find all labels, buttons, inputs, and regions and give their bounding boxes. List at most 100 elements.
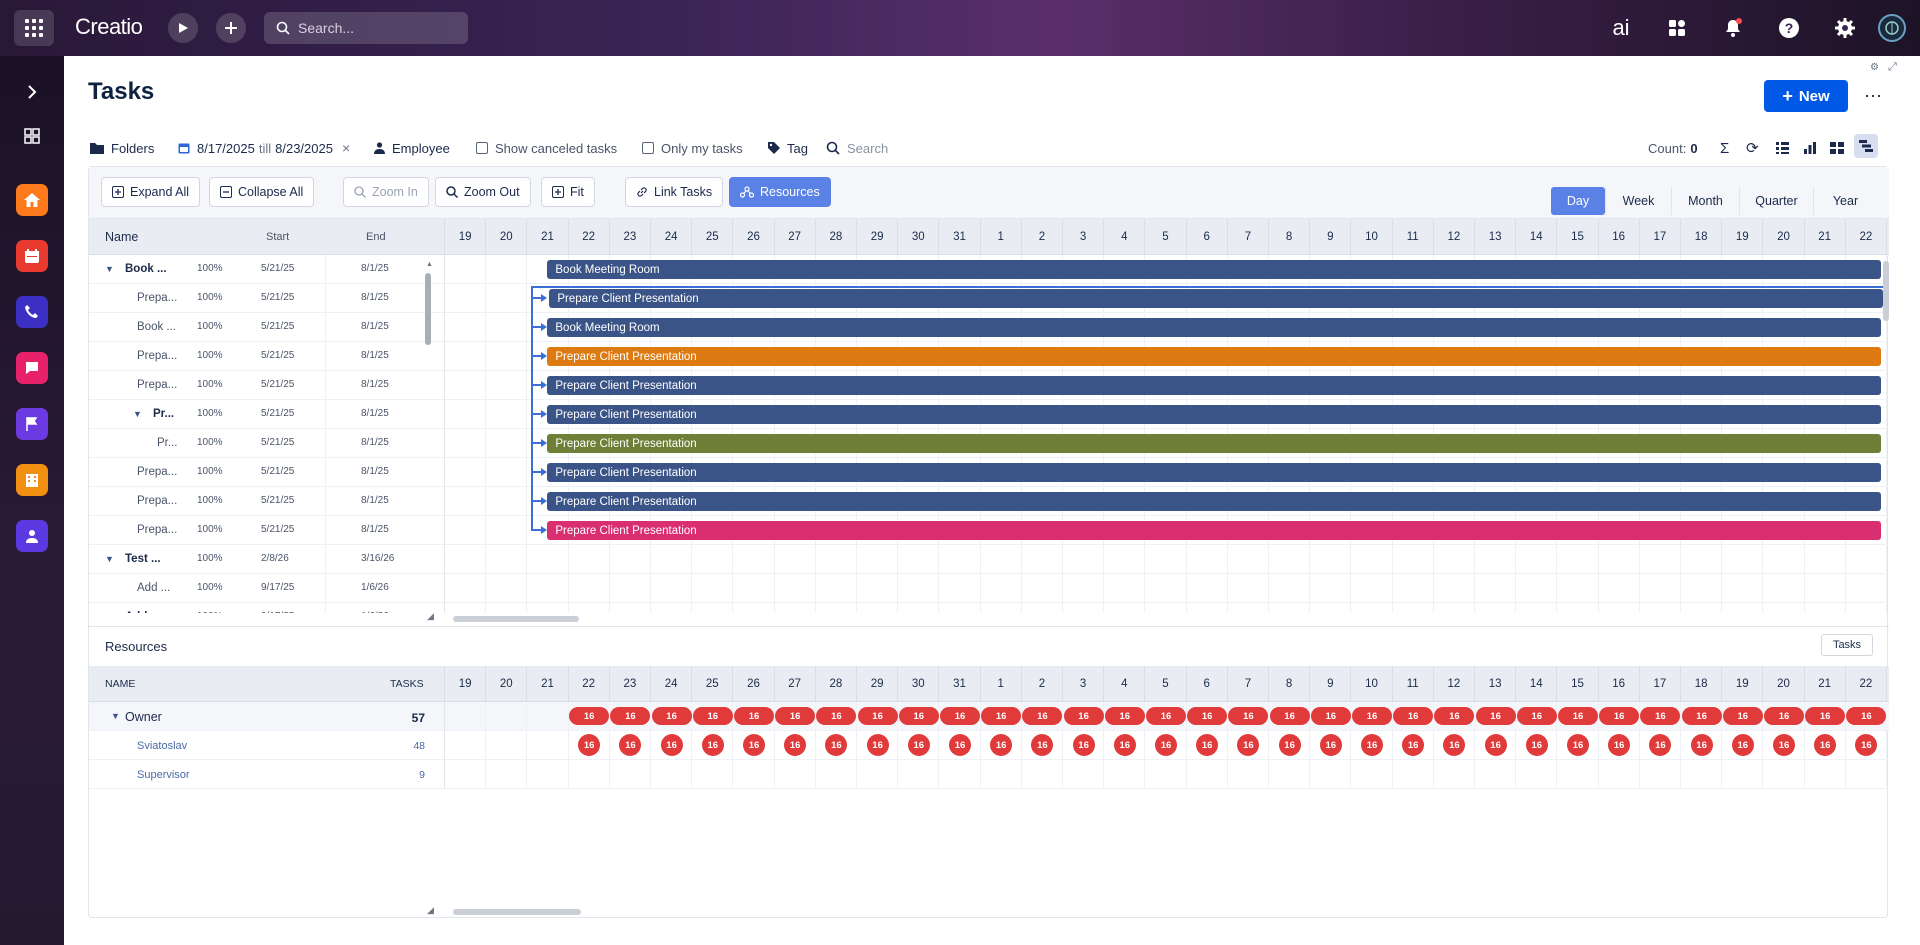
resources-button[interactable]: Resources [729,177,831,207]
resource-gridline [1474,702,1475,731]
expand-toggle-icon[interactable]: ▼ [105,554,114,564]
gantt-task-bar[interactable]: Prepare Client Presentation [547,463,1881,482]
date-range-filter[interactable]: 8/17/2025 till 8/23/2025 × [178,136,350,160]
tag-filter[interactable]: Tag [768,136,808,160]
resize-handle-icon[interactable]: ◢ [427,611,434,622]
task-row[interactable]: Book ... 100% 5/21/25 8/1/25 [89,313,444,342]
task-row[interactable]: Pr... 100% 5/21/25 8/1/25 [89,429,444,458]
timeline-v-scrollbar[interactable] [1883,261,1889,321]
sidebar-item-calendar[interactable] [16,240,48,272]
quick-add-button[interactable] [216,13,246,43]
gantt-task-bar[interactable]: Prepare Client Presentation [549,289,1883,308]
sigma-icon[interactable]: Σ [1720,136,1729,160]
sidebar-item-workplaces[interactable] [16,120,48,152]
gantt-task-bar[interactable]: Prepare Client Presentation [547,405,1881,424]
small-gear-icon[interactable]: ⚙ [1870,62,1879,73]
refresh-icon[interactable]: ⟳ [1746,136,1759,160]
link-tasks-button[interactable]: Link Tasks [625,177,724,207]
task-row[interactable]: Prepa... 100% 5/21/25 8/1/25 [89,487,444,516]
expand-toggle-icon[interactable]: ▼ [105,612,114,613]
resource-row[interactable]: Supervisor 9 [89,760,1889,789]
resource-row[interactable]: ▼ Owner 57 16 16 16 16 16 16 16 16 16 16 16 16 16 16 16 16… [89,702,1889,731]
clear-date-icon[interactable]: × [342,140,350,156]
ai-button[interactable]: ai [1605,12,1637,44]
resize-handle-icon[interactable]: ◢ [427,905,434,916]
view-month[interactable]: Month [1671,187,1739,215]
help-button[interactable]: ? [1773,12,1805,44]
expand-toggle-icon[interactable]: ▼ [105,264,114,274]
only-my-tasks-checkbox[interactable]: Only my tasks [642,136,743,160]
settings-button[interactable] [1829,12,1861,44]
notifications-button[interactable] [1717,12,1749,44]
list-search-input[interactable]: Search [826,136,888,160]
fit-button[interactable]: Fit [541,177,595,207]
new-button[interactable]: + New [1764,80,1848,112]
gantt-task-bar[interactable]: Prepare Client Presentation [547,492,1881,511]
task-list-scrollbar[interactable]: ▲ [425,261,433,361]
task-row[interactable]: Prepa... 100% 5/21/25 8/1/25 [89,371,444,400]
view-quarter[interactable]: Quarter [1739,187,1813,215]
resources-h-scrollbar[interactable] [453,909,581,915]
resource-name-header[interactable]: NAME [105,678,135,690]
show-canceled-checkbox[interactable]: Show canceled tasks [476,136,617,160]
user-avatar[interactable] [1878,14,1906,42]
more-options-icon[interactable]: ⋯ [1864,86,1883,107]
gantt-view-icon[interactable] [1854,134,1878,158]
task-row[interactable]: ▼ Pr... 100% 5/21/25 8/1/25 [89,400,444,429]
day-header-cell: 19 [445,219,487,255]
gantt-task-bar[interactable]: Prepare Client Presentation [547,434,1881,453]
sidebar-item-messages[interactable] [16,352,48,384]
expand-sidebar-button[interactable] [16,76,48,108]
employee-filter[interactable]: Employee [374,136,450,160]
task-row[interactable]: ▼ Book ... 100% 5/21/25 8/1/25 [89,255,444,284]
sidebar-item-contacts[interactable] [16,520,48,552]
task-row[interactable]: Prepa... 100% 5/21/25 8/1/25 [89,342,444,371]
start-column-header[interactable]: Start [266,231,289,243]
chart-view-icon[interactable] [1804,136,1816,160]
app-launcher-button[interactable] [14,10,54,46]
resource-gridline [691,760,693,789]
resource-rows: ▼ Owner 57 16 16 16 16 16 16 16 16 16 16 16 16 16 16 16 16… [89,702,1889,792]
task-row[interactable]: ▼ Add ... 100% 9/17/25 1/6/26 [89,603,444,613]
expand-toggle-icon[interactable]: ▼ [133,409,142,419]
folders-filter[interactable]: Folders [90,136,154,160]
zoom-in-button[interactable]: Zoom In [343,177,429,207]
gantt-task-bar[interactable]: Prepare Client Presentation [547,347,1881,366]
task-row[interactable]: Add ... 100% 9/17/25 1/6/26 [89,574,444,603]
global-search-input[interactable]: Search... [264,12,468,44]
view-year[interactable]: Year [1813,187,1877,215]
fullscreen-icon[interactable]: ⤢ [1888,61,1897,74]
sidebar-item-calls[interactable] [16,296,48,328]
task-row[interactable]: Prepa... 100% 5/21/25 8/1/25 [89,516,444,545]
task-row[interactable]: Prepa... 100% 5/21/25 8/1/25 [89,458,444,487]
gantt-task-bar[interactable]: Book Meeting Room [547,260,1881,279]
list-view-icon[interactable] [1776,136,1789,160]
view-week[interactable]: Week [1605,187,1671,215]
gantt-task-bar[interactable]: Prepare Client Presentation [547,521,1881,540]
resource-gridline [567,760,569,789]
view-day[interactable]: Day [1551,187,1605,215]
resource-tasks-header[interactable]: TASKS [390,678,424,690]
gantt-task-bar[interactable]: Book Meeting Room [547,318,1881,337]
timeline-h-scrollbar[interactable] [453,616,579,622]
sidebar-item-flags[interactable] [16,408,48,440]
end-column-header[interactable]: End [366,231,386,243]
task-row[interactable]: ▼ Test ... 100% 2/8/26 3/16/26 [89,545,444,574]
resource-row[interactable]: Sviatoslav 48 16 16 16 16 16 16 16 16 16 16 16 16 16 16… [89,731,1889,760]
task-row[interactable]: Prepa... 100% 5/21/25 8/1/25 [89,284,444,313]
plus-square-icon [112,186,124,198]
dashboard-view-icon[interactable] [1830,136,1844,160]
tasks-toggle-button[interactable]: Tasks [1821,634,1873,656]
collapse-all-button[interactable]: Collapse All [209,177,315,207]
run-process-button[interactable] [168,13,198,43]
expand-all-button[interactable]: Expand All [101,177,201,207]
day-header-cell: 7 [1228,219,1269,255]
creatio-logo[interactable]: Creatio [75,14,143,40]
apps-button[interactable] [1661,12,1693,44]
expand-toggle-icon[interactable]: ▼ [111,711,120,721]
name-column-header[interactable]: Name [105,230,138,244]
zoom-out-button[interactable]: Zoom Out [435,177,531,207]
gantt-task-bar[interactable]: Prepare Client Presentation [547,376,1881,395]
sidebar-item-accounts[interactable] [16,464,48,496]
sidebar-item-home[interactable] [16,184,48,216]
